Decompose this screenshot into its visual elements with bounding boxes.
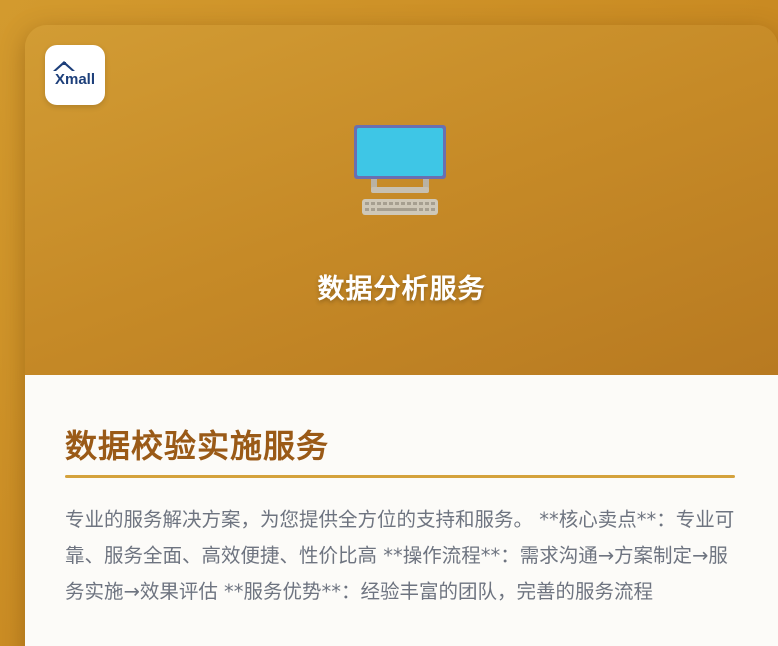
xmall-logo-icon: Xmall: [53, 61, 95, 88]
service-description: 专业的服务解决方案，为您提供全方位的支持和服务。 **核心卖点**：专业可靠、服…: [65, 508, 735, 603]
xmall-logo-text: Xmall: [55, 71, 95, 88]
service-detail: 数据校验实施服务 专业的服务解决方案，为您提供全方位的支持和服务。 **核心卖点…: [25, 375, 778, 646]
section-title: 数据校验实施服务: [65, 427, 330, 465]
title-divider: [65, 475, 735, 478]
service-card: Xmall 数据分析服务 数据校验实施服务 专业的服务解决方案，为您提供全方位的…: [25, 25, 778, 646]
desktop-computer-icon: [350, 123, 450, 223]
hero-banner: Xmall 数据分析服务: [25, 25, 778, 375]
xmall-logo[interactable]: Xmall: [45, 45, 105, 105]
hero-title: 数据分析服务: [317, 274, 486, 305]
